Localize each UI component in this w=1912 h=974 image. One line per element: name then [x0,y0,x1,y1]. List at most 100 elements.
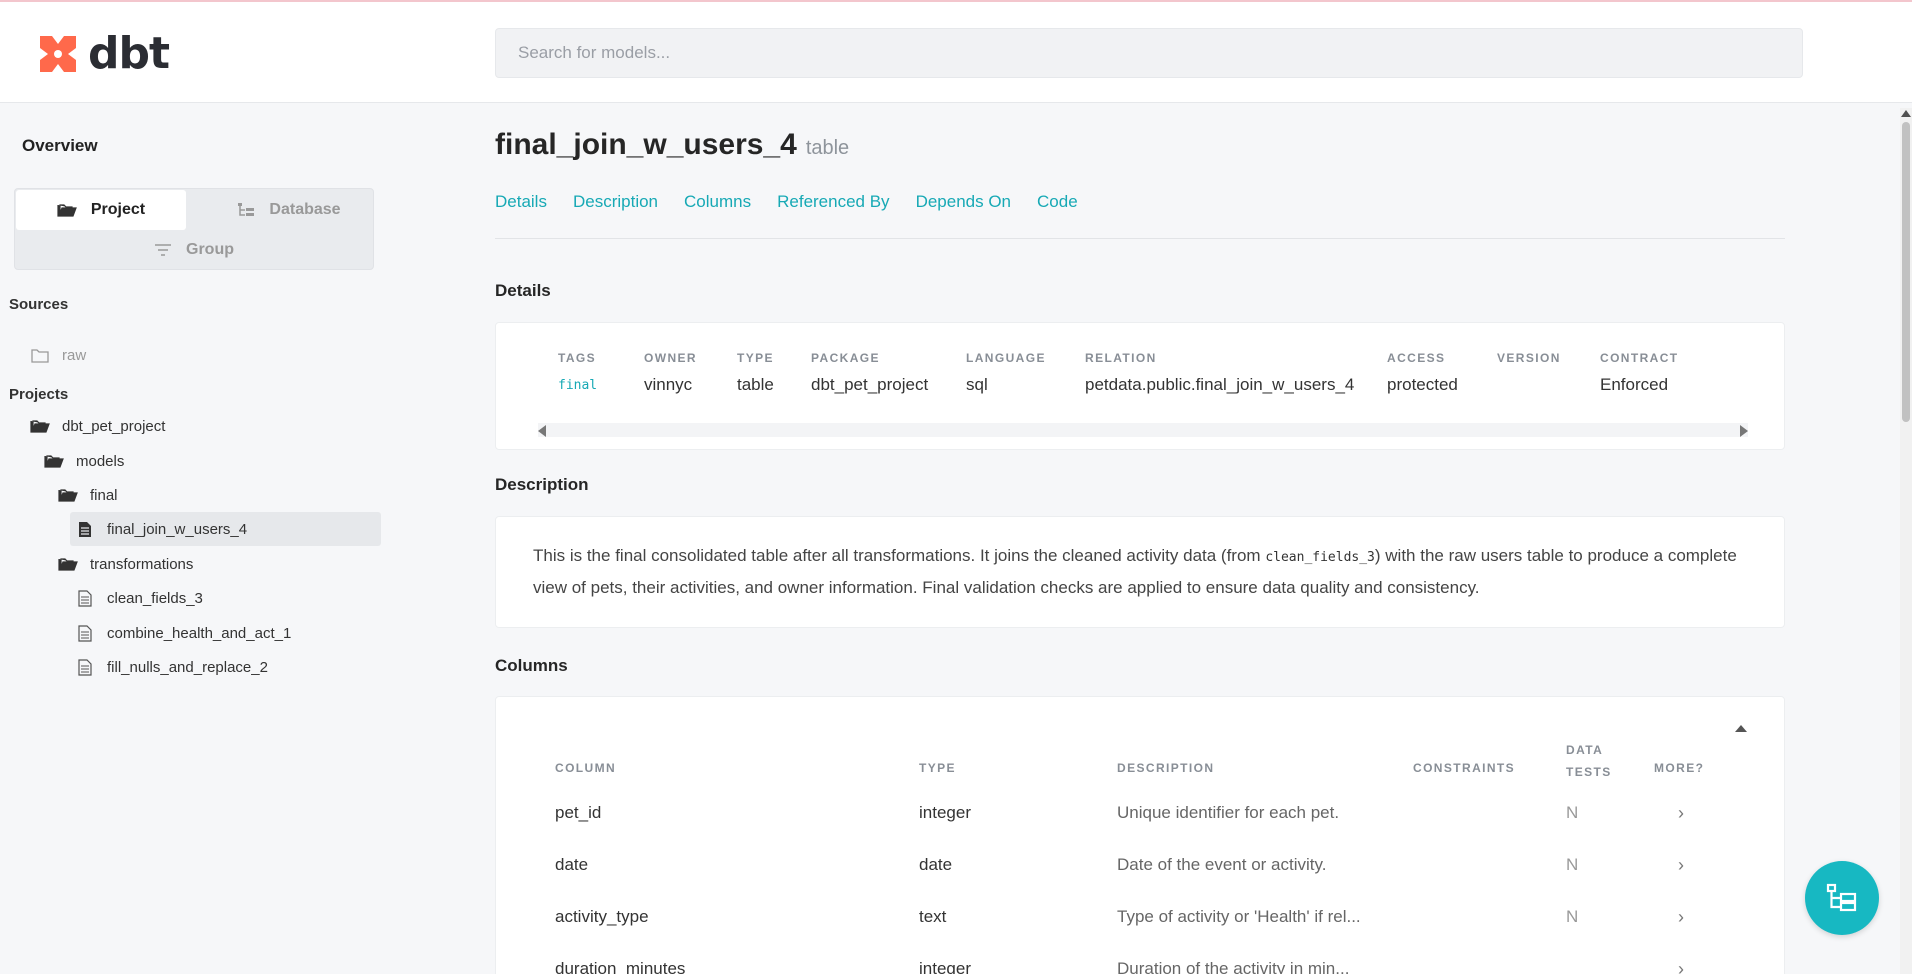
dbt-logo[interactable]: dbt [34,28,170,79]
col-header-column[interactable]: COLUMN [555,759,616,777]
col-header-more[interactable]: MORE? [1654,759,1704,777]
nav-referenced-by[interactable]: Referenced By [777,192,889,212]
nav-code[interactable]: Code [1037,192,1078,212]
col-header-data-tests[interactable]: DATA TESTS [1566,741,1612,781]
folder-open-icon [44,452,64,470]
cell-tests: N [1566,803,1579,822]
detail-label: TAGS [558,351,597,365]
cell-description: Type of activity or 'Health' if rel... [1117,907,1361,926]
search-input[interactable] [518,43,1780,63]
detail-version: VERSION [1497,351,1561,375]
model-title-row: final_join_w_users_4 table [495,128,849,162]
table-scroll-up-icon[interactable] [1735,725,1747,732]
col-header-data-tests-line2: TESTS [1566,765,1612,779]
detail-label: RELATION [1085,351,1157,365]
section-nav: Details Description Columns Referenced B… [495,192,1104,212]
tree-label: dbt_pet_project [62,417,166,435]
page-vertical-scrollbar[interactable] [1900,108,1912,974]
cell-type: text [919,907,947,926]
tree-item-final[interactable]: final [58,478,118,512]
detail-package: PACKAGE dbt_pet_project [811,351,928,395]
sources-title: Sources [9,296,69,313]
tree-item-clean-fields-3[interactable]: clean_fields_3 [75,581,203,615]
detail-relation: RELATION petdata.public.final_join_w_use… [1085,351,1354,395]
table-row[interactable]: date date Date of the event or activity.… [555,839,1784,891]
overview-link[interactable]: Overview [22,136,98,156]
tab-project-label: Project [90,201,146,218]
tab-project[interactable]: Project [16,190,186,230]
columns-title: Columns [495,656,568,675]
col-header-description[interactable]: DESCRIPTION [1117,759,1214,777]
chevron-right-icon[interactable]: › [1678,891,1684,943]
detail-access: ACCESS protected [1387,351,1458,395]
tree-label: fill_nulls_and_replace_2 [107,658,268,676]
folder-open-icon [30,417,50,435]
tree-label: models [76,452,125,470]
nav-columns[interactable]: Columns [684,192,751,212]
sidebar: Overview Project Database Group Sources … [0,104,390,974]
detail-tags: TAGS final [558,351,597,393]
tree-item-fill-nulls-and-replace-2[interactable]: fill_nulls_and_replace_2 [75,650,268,684]
tab-database[interactable]: Database [205,190,373,230]
detail-value: protected [1387,375,1458,394]
folder-open-icon [58,486,78,504]
details-title: Details [495,281,551,300]
model-page: final_join_w_users_4 table Details Descr… [495,104,1785,974]
nav-description[interactable]: Description [573,192,658,212]
table-row[interactable]: pet_id integer Unique identifier for eac… [555,787,1784,839]
description-text-part: This is the final consolidated table aft… [533,546,1266,565]
scroll-left-icon[interactable] [538,425,546,437]
cell-name: date [555,855,589,874]
tree-item-combine-health-and-act-1[interactable]: combine_health_and_act_1 [75,616,291,650]
logo-text: dbt [88,28,170,79]
page-title: final_join_w_users_4 [495,128,797,161]
cell-type: integer [919,803,971,822]
table-row[interactable]: duration_minutes integer Duration of the… [555,943,1784,974]
cell-type: date [919,855,953,874]
chevron-right-icon[interactable]: › [1678,943,1684,974]
lineage-graph-button[interactable] [1805,861,1879,935]
horizontal-scrollbar[interactable] [538,423,1748,437]
description-card: This is the final consolidated table aft… [495,516,1785,628]
tab-group-label: Group [186,241,234,258]
source-label: raw [62,346,87,364]
cell-description: Duration of the activity in min... [1117,959,1350,974]
nav-depends-on[interactable]: Depends On [916,192,1011,212]
cell-description: Unique identifier for each pet. [1117,803,1340,822]
cell-tests: N [1566,907,1579,926]
view-switcher: Project Database Group [14,188,374,270]
tab-database-label: Database [269,201,341,218]
tree-label: final [90,486,118,504]
detail-value: petdata.public.final_join_w_users_4 [1085,375,1355,394]
tree-item-dbt-pet-project[interactable]: dbt_pet_project [30,409,165,443]
detail-label: LANGUAGE [966,351,1046,365]
hierarchy-icon [237,202,255,218]
detail-label: CONTRACT [1600,351,1679,365]
cell-tests: N [1566,855,1579,874]
detail-contract: CONTRACT Enforced [1600,351,1679,395]
col-header-constraints[interactable]: CONSTRAINTS [1413,759,1515,777]
tree-item-transformations[interactable]: transformations [58,547,193,581]
cell-name: pet_id [555,803,602,822]
scrollbar-thumb[interactable] [1902,122,1910,422]
tag-badge[interactable]: final [558,378,597,393]
tree-item-models[interactable]: models [44,444,124,478]
tab-group[interactable]: Group [16,230,372,270]
file-outline-icon [75,589,95,607]
tree-label: transformations [90,555,194,573]
nav-details[interactable]: Details [495,192,547,212]
tree-item-final-join-w-users-4[interactable]: final_join_w_users_4 [70,512,381,546]
table-row[interactable]: activity_type text Type of activity or '… [555,891,1784,943]
description-text: This is the final consolidated table aft… [533,541,1753,603]
cell-name: activity_type [555,907,649,926]
detail-label: ACCESS [1387,351,1446,365]
chevron-right-icon[interactable]: › [1678,839,1684,891]
folder-icon [30,346,50,364]
col-header-type[interactable]: TYPE [919,759,956,777]
search-bar[interactable] [495,28,1803,78]
scroll-up-icon[interactable] [1901,110,1911,117]
detail-label: TYPE [737,351,774,365]
source-item-raw[interactable]: raw [30,338,86,372]
scroll-right-icon[interactable] [1740,425,1748,437]
chevron-right-icon[interactable]: › [1678,787,1684,839]
